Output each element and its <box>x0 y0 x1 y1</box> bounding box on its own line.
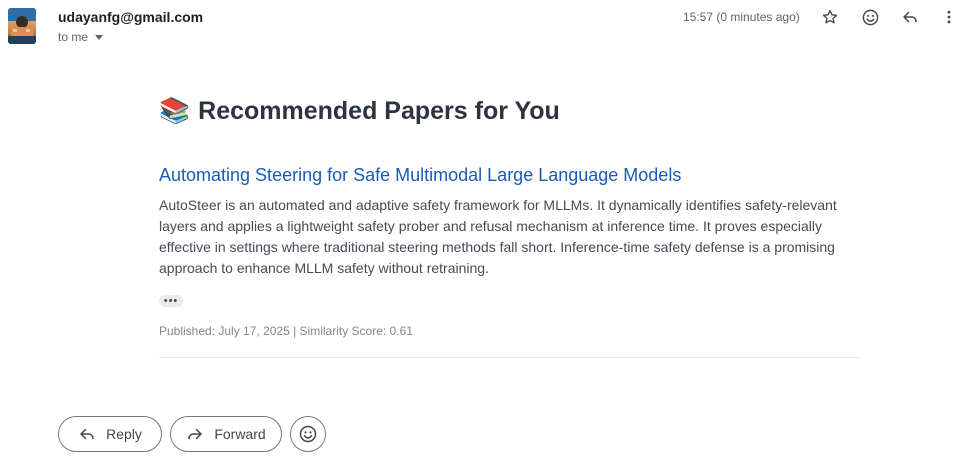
books-emoji-icon: 📚 <box>159 96 191 125</box>
emoji-icon <box>299 425 317 443</box>
forward-button[interactable]: Forward <box>170 416 282 452</box>
more-vert-icon[interactable] <box>938 6 960 28</box>
divider <box>159 357 859 358</box>
paper-meta: Published: July 17, 2025 | Similarity Sc… <box>159 324 413 338</box>
star-icon[interactable] <box>819 6 841 28</box>
email-body: 📚 Recommended Papers for You Automating … <box>159 90 859 338</box>
page-title: 📚 Recommended Papers for You <box>159 90 859 132</box>
message-timestamp: 15:57 (0 minutes ago) <box>683 10 800 24</box>
reply-button[interactable]: Reply <box>58 416 162 452</box>
forward-icon <box>188 428 203 440</box>
paper-title-link[interactable]: Automating Steering for Safe Multimodal … <box>159 165 859 186</box>
paper-abstract: AutoSteer is an automated and adaptive s… <box>159 197 837 276</box>
emoji-reaction-button[interactable] <box>290 416 326 452</box>
reply-label: Reply <box>106 426 142 442</box>
recipient-label: to me <box>58 30 89 44</box>
show-trimmed-content-button[interactable]: ••• <box>159 295 183 307</box>
reply-icon[interactable] <box>899 6 921 28</box>
chevron-down-icon <box>95 35 104 40</box>
sender-avatar[interactable] <box>8 8 36 44</box>
heading-text: Recommended Papers for You <box>198 96 560 125</box>
reply-icon <box>80 428 94 440</box>
forward-label: Forward <box>214 426 266 442</box>
recipient-details-toggle[interactable]: to me <box>58 30 104 44</box>
emoji-icon[interactable] <box>859 6 881 28</box>
sender-email[interactable]: udayanfg@gmail.com <box>58 9 203 25</box>
message-header: udayanfg@gmail.com to me 15:57 (0 minute… <box>0 0 979 60</box>
